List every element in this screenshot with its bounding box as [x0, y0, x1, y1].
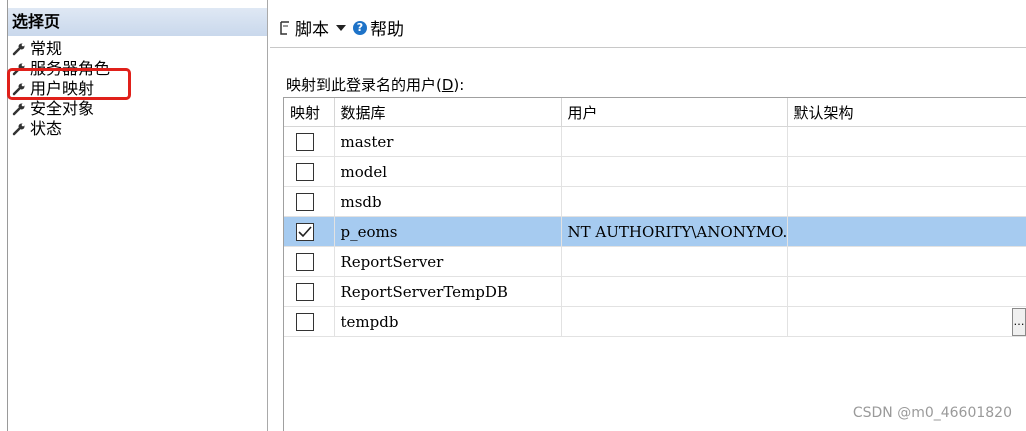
- column-header-user[interactable]: 用户: [561, 98, 788, 127]
- toolbar: 脚本 ? 帮助: [270, 8, 1026, 48]
- map-checkbox[interactable]: [296, 132, 314, 151]
- wrench-icon: [12, 123, 25, 136]
- user-cell[interactable]: [561, 306, 788, 337]
- user-mapping-grid: 映射 数据库 用户 默认架构 master model msdb p_eoms NT A…: [283, 97, 1026, 431]
- users-mapped-caption: 映射到此登录名的用户(D):: [286, 74, 464, 95]
- table-row[interactable]: ReportServer: [284, 246, 1026, 277]
- default-schema-cell[interactable]: [787, 156, 1026, 187]
- map-cell: [284, 186, 335, 217]
- map-checkbox[interactable]: [296, 192, 314, 211]
- map-cell: [284, 246, 335, 277]
- database-cell[interactable]: model: [334, 156, 562, 187]
- caption-prefix: 映射到此登录名的用户(: [286, 76, 442, 94]
- map-cell: [284, 306, 335, 337]
- map-checkbox[interactable]: [296, 222, 314, 241]
- script-label: 脚本: [295, 20, 329, 40]
- chevron-down-icon: [336, 24, 346, 31]
- sidebar-item-label: 状态: [30, 119, 63, 138]
- map-cell: [284, 126, 335, 157]
- script-icon: [280, 20, 289, 35]
- column-header-database[interactable]: 数据库: [334, 98, 562, 127]
- table-row[interactable]: tempdb: [284, 306, 1026, 337]
- map-checkbox[interactable]: [296, 162, 314, 181]
- user-cell[interactable]: [561, 126, 788, 157]
- map-checkbox[interactable]: [296, 252, 314, 271]
- sidebar-item-label: 常规: [30, 39, 63, 58]
- wrench-icon: [12, 43, 25, 56]
- help-icon: ?: [353, 20, 367, 35]
- map-cell: [284, 156, 335, 187]
- default-schema-cell[interactable]: [787, 246, 1026, 277]
- caption-suffix: ):: [453, 76, 465, 94]
- default-schema-cell[interactable]: [787, 126, 1026, 157]
- select-page-panel: 选择页 常规 服务器角色 用户映射 安全对象 状态: [0, 0, 268, 431]
- grid-header-row: 映射 数据库 用户 默认架构: [284, 98, 1026, 127]
- sidebar-item-status[interactable]: 状态: [12, 119, 62, 139]
- table-row[interactable]: p_eoms NT AUTHORITY\ANONYMO...: [284, 216, 1026, 247]
- default-schema-cell[interactable]: [787, 186, 1026, 217]
- table-row[interactable]: ReportServerTempDB: [284, 276, 1026, 307]
- user-cell[interactable]: [561, 246, 788, 277]
- default-schema-cell[interactable]: [787, 216, 1026, 247]
- map-cell: [284, 276, 335, 307]
- database-cell[interactable]: p_eoms: [334, 216, 562, 247]
- map-checkbox[interactable]: [296, 312, 314, 331]
- user-cell[interactable]: [561, 186, 788, 217]
- help-button[interactable]: ? 帮助: [353, 15, 404, 40]
- sidebar-edge: [0, 0, 8, 431]
- sidebar-item-securables[interactable]: 安全对象: [12, 99, 94, 119]
- database-cell[interactable]: tempdb: [334, 306, 562, 337]
- user-cell[interactable]: [561, 276, 788, 307]
- user-cell[interactable]: NT AUTHORITY\ANONYMO...: [561, 216, 788, 247]
- column-header-map[interactable]: 映射: [284, 98, 335, 127]
- script-dropdown[interactable]: [335, 24, 347, 32]
- database-cell[interactable]: msdb: [334, 186, 562, 217]
- select-page-header: 选择页: [8, 8, 267, 36]
- map-checkbox[interactable]: [296, 282, 314, 301]
- database-cell[interactable]: ReportServerTempDB: [334, 276, 562, 307]
- default-schema-cell[interactable]: [787, 276, 1026, 307]
- sidebar-item-label: 安全对象: [30, 99, 95, 118]
- table-row[interactable]: master: [284, 126, 1026, 157]
- database-cell[interactable]: ReportServer: [334, 246, 562, 277]
- help-label: 帮助: [370, 20, 404, 40]
- table-row[interactable]: msdb: [284, 186, 1026, 217]
- schema-browse-button[interactable]: …: [1012, 308, 1026, 336]
- sidebar-item-general[interactable]: 常规: [12, 39, 62, 59]
- annotation-highlight-box: [7, 68, 131, 100]
- checkmark-icon: [298, 225, 312, 237]
- column-header-default-schema[interactable]: 默认架构: [787, 98, 1026, 127]
- wrench-icon: [12, 103, 25, 116]
- map-cell: [284, 216, 335, 247]
- script-button[interactable]: 脚本: [278, 15, 329, 40]
- user-cell[interactable]: [561, 156, 788, 187]
- database-cell[interactable]: master: [334, 126, 562, 157]
- watermark: CSDN @m0_46601820: [852, 405, 1012, 421]
- caption-access-key: D: [441, 76, 454, 94]
- default-schema-cell[interactable]: [787, 306, 1026, 337]
- table-row[interactable]: model: [284, 156, 1026, 187]
